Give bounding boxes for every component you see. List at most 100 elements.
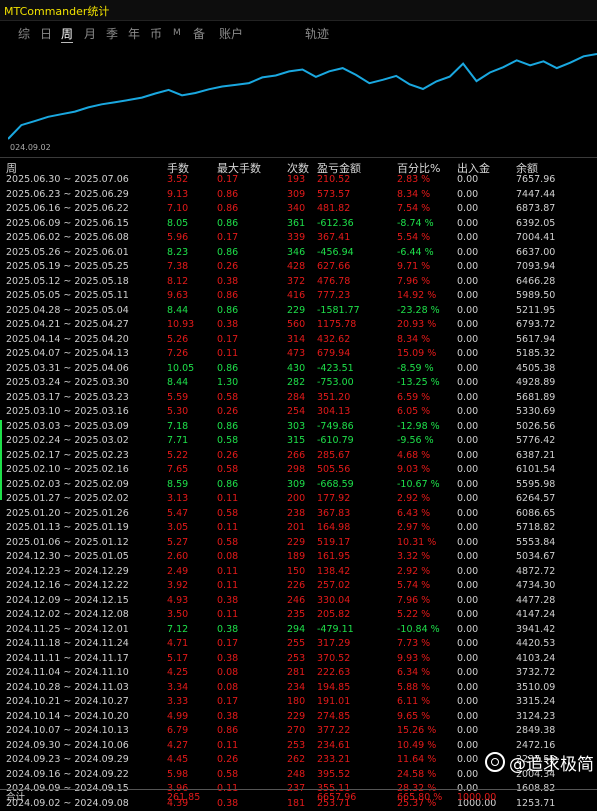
table-row[interactable]: 2024.11.04 ~ 2024.11.104.250.08281222.63… — [0, 666, 597, 681]
cell-余额: 4505.38 — [516, 362, 555, 377]
cell-盈亏金额: 367.41 — [317, 231, 350, 246]
cell-次数: 284 — [287, 391, 305, 406]
cell-最大手数: 0.86 — [217, 217, 238, 232]
cell-周: 2025.02.17 ~ 2025.02.23 — [6, 449, 129, 464]
cell-余额: 4872.72 — [516, 565, 555, 580]
cell-周: 2025.03.03 ~ 2025.03.09 — [6, 420, 129, 435]
table-row[interactable]: 2024.10.21 ~ 2024.10.273.330.17180191.01… — [0, 695, 597, 710]
cell-周: 2024.09.30 ~ 2024.10.06 — [6, 739, 129, 754]
table-row[interactable]: 2025.03.24 ~ 2025.03.308.441.30282-753.0… — [0, 376, 597, 391]
cell-手数: 6.79 — [167, 724, 188, 739]
table-row[interactable]: 2024.12.02 ~ 2024.12.083.500.11235205.82… — [0, 608, 597, 623]
table-row[interactable]: 2024.12.30 ~ 2025.01.052.600.08189161.95… — [0, 550, 597, 565]
cell-盈亏金额: 138.42 — [317, 565, 350, 580]
tab-0[interactable]: 综 — [18, 25, 30, 42]
cell-百分比%: -8.74 % — [397, 217, 434, 232]
table-row[interactable]: 2024.10.07 ~ 2024.10.136.790.86270377.22… — [0, 724, 597, 739]
table-row[interactable]: 2025.05.26 ~ 2025.06.018.230.86346-456.9… — [0, 246, 597, 261]
table-row[interactable]: 2025.05.12 ~ 2025.05.188.120.38372476.78… — [0, 275, 597, 290]
cell-出入金: 0.00 — [457, 579, 478, 594]
cell-次数: 229 — [287, 536, 305, 551]
table-row[interactable]: 2025.06.30 ~ 2025.07.063.520.17193210.52… — [0, 173, 597, 188]
cell-周: 2024.11.18 ~ 2024.11.24 — [6, 637, 129, 652]
cell-出入金: 0.00 — [457, 536, 478, 551]
cell-出入金: 0.00 — [457, 521, 478, 536]
cell-余额: 6793.72 — [516, 318, 555, 333]
table-row[interactable]: 2025.03.03 ~ 2025.03.097.180.86303-749.8… — [0, 420, 597, 435]
table-row[interactable]: 2025.03.17 ~ 2025.03.235.590.58284351.20… — [0, 391, 597, 406]
table-row[interactable]: 2024.12.16 ~ 2024.12.223.920.11226257.02… — [0, 579, 597, 594]
cell-最大手数: 0.86 — [217, 188, 238, 203]
table-row[interactable]: 2024.11.18 ~ 2024.11.244.710.17255317.29… — [0, 637, 597, 652]
table-row[interactable]: 2025.02.24 ~ 2025.03.027.710.58315-610.7… — [0, 434, 597, 449]
table-row[interactable]: 2025.06.16 ~ 2025.06.227.100.86340481.82… — [0, 202, 597, 217]
table-row[interactable]: 2024.10.28 ~ 2024.11.033.340.08234194.85… — [0, 681, 597, 696]
cell-最大手数: 0.38 — [217, 623, 238, 638]
table-row[interactable]: 2025.04.14 ~ 2025.04.205.260.17314432.62… — [0, 333, 597, 348]
cell-余额: 5595.98 — [516, 478, 555, 493]
cell-盈亏金额: 519.17 — [317, 536, 350, 551]
table-row[interactable]: 2025.02.10 ~ 2025.02.167.650.58298505.56… — [0, 463, 597, 478]
tab-9[interactable]: 账户 — [219, 25, 243, 42]
cell-次数: 229 — [287, 710, 305, 725]
tab-1[interactable]: 日 — [40, 25, 52, 42]
cell-周: 2025.05.12 ~ 2025.05.18 — [6, 275, 129, 290]
cell-周: 2025.03.10 ~ 2025.03.16 — [6, 405, 129, 420]
cell-周: 2025.01.13 ~ 2025.01.19 — [6, 521, 129, 536]
cell-周: 2025.03.17 ~ 2025.03.23 — [6, 391, 129, 406]
table-row[interactable]: 2025.02.17 ~ 2025.02.235.220.26266285.67… — [0, 449, 597, 464]
table-row[interactable]: 2025.06.09 ~ 2025.06.158.050.86361-612.3… — [0, 217, 597, 232]
cell-手数: 7.12 — [167, 623, 188, 638]
table-row[interactable]: 2024.12.23 ~ 2024.12.292.490.11150138.42… — [0, 565, 597, 580]
cell-百分比%: -10.67 % — [397, 478, 440, 493]
table-row[interactable]: 2024.12.09 ~ 2024.12.154.930.38246330.04… — [0, 594, 597, 609]
cell-次数: 270 — [287, 724, 305, 739]
table-row[interactable]: 2025.02.03 ~ 2025.02.098.590.86309-668.5… — [0, 478, 597, 493]
table-row[interactable]: 2024.10.14 ~ 2024.10.204.990.38229274.85… — [0, 710, 597, 725]
cell-手数: 2.60 — [167, 550, 188, 565]
tab-8[interactable]: 备 — [193, 25, 205, 42]
cell-百分比%: 15.09 % — [397, 347, 436, 362]
cell-最大手数: 0.11 — [217, 521, 238, 536]
cell-百分比%: 2.83 % — [397, 173, 430, 188]
cell-最大手数: 0.26 — [217, 449, 238, 464]
tab-3[interactable]: 月 — [84, 25, 96, 42]
table-row[interactable]: 2025.01.06 ~ 2025.01.125.270.58229519.17… — [0, 536, 597, 551]
table-row[interactable]: 2024.11.25 ~ 2024.12.017.120.38294-479.1… — [0, 623, 597, 638]
left-marker — [0, 420, 2, 500]
tab-10[interactable]: 轨迹 — [305, 25, 329, 42]
tab-5[interactable]: 年 — [128, 25, 140, 42]
cell-手数: 5.27 — [167, 536, 188, 551]
table-row[interactable]: 2025.01.27 ~ 2025.02.023.130.11200177.92… — [0, 492, 597, 507]
table-row[interactable]: 2025.03.31 ~ 2025.04.0610.050.86430-423.… — [0, 362, 597, 377]
cell-周: 2025.05.05 ~ 2025.05.11 — [6, 289, 129, 304]
table-row[interactable]: 2025.03.10 ~ 2025.03.165.300.26254304.13… — [0, 405, 597, 420]
cell-最大手数: 0.11 — [217, 347, 238, 362]
table-row[interactable]: 2025.05.05 ~ 2025.05.119.630.86416777.23… — [0, 289, 597, 304]
cell-次数: 416 — [287, 289, 305, 304]
cell-出入金: 0.00 — [457, 753, 478, 768]
cell-次数: 255 — [287, 637, 305, 652]
tab-4[interactable]: 季 — [106, 25, 118, 42]
tab-7[interactable]: M — [173, 28, 181, 38]
cell-周: 2025.04.28 ~ 2025.05.04 — [6, 304, 129, 319]
tab-2[interactable]: 周 — [61, 25, 73, 43]
cell-手数: 5.59 — [167, 391, 188, 406]
table-row[interactable]: 2025.01.13 ~ 2025.01.193.050.11201164.98… — [0, 521, 597, 536]
table-row[interactable]: 2025.06.02 ~ 2025.06.085.960.17339367.41… — [0, 231, 597, 246]
cell-百分比%: 7.54 % — [397, 202, 430, 217]
table-row[interactable]: 2024.11.11 ~ 2024.11.175.170.38253370.52… — [0, 652, 597, 667]
cell-余额: 3315.24 — [516, 695, 555, 710]
cell-百分比%: 3.32 % — [397, 550, 430, 565]
tab-6[interactable]: 币 — [150, 25, 162, 42]
table-row[interactable]: 2025.04.21 ~ 2025.04.2710.930.385601175.… — [0, 318, 597, 333]
cell-周: 2025.02.10 ~ 2025.02.16 — [6, 463, 129, 478]
table-row[interactable]: 2025.04.28 ~ 2025.05.048.440.86229-1581.… — [0, 304, 597, 319]
table-row[interactable]: 2025.04.07 ~ 2025.04.137.260.11473679.94… — [0, 347, 597, 362]
cell-手数: 3.33 — [167, 695, 188, 710]
cell-出入金: 0.00 — [457, 260, 478, 275]
table-row[interactable]: 2025.05.19 ~ 2025.05.257.380.26428627.66… — [0, 260, 597, 275]
table-row[interactable]: 2025.06.23 ~ 2025.06.299.130.86309573.57… — [0, 188, 597, 203]
table-row[interactable]: 2025.01.20 ~ 2025.01.265.470.58238367.83… — [0, 507, 597, 522]
cell-次数: 246 — [287, 594, 305, 609]
